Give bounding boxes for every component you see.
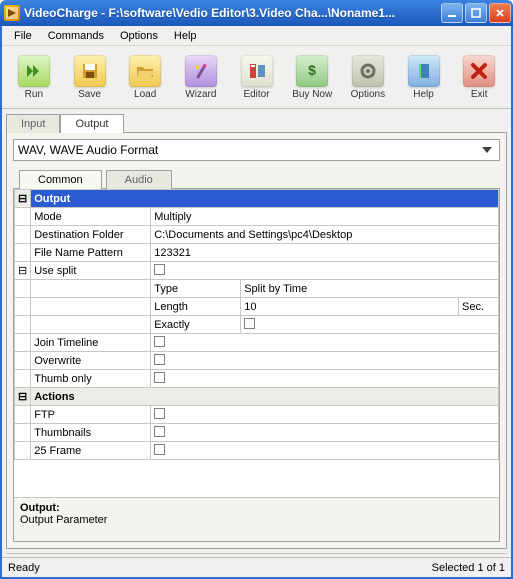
editor-button[interactable]: Editor — [231, 50, 283, 104]
status-bar: Ready Selected 1 of 1 — [2, 557, 511, 577]
prop-split-key[interactable]: Use split — [31, 262, 151, 280]
options-icon — [352, 55, 384, 87]
description-panel: Output: Output Parameter — [14, 497, 499, 541]
expander-icon[interactable]: ⊟ — [15, 190, 31, 208]
help-icon — [408, 55, 440, 87]
checkbox-icon[interactable] — [244, 318, 255, 329]
prop-type-key[interactable]: Type — [151, 280, 241, 298]
svg-text:$: $ — [308, 62, 316, 78]
menu-commands[interactable]: Commands — [40, 28, 112, 44]
menu-bar: File Commands Options Help — [2, 26, 511, 46]
category-output[interactable]: Output — [31, 190, 499, 208]
exit-button[interactable]: Exit — [453, 50, 505, 104]
prop-fname-val[interactable]: 123321 — [151, 244, 499, 262]
wizard-icon — [185, 55, 217, 87]
format-selector[interactable]: WAV, WAVE Audio Format — [13, 139, 500, 161]
format-label: WAV, WAVE Audio Format — [18, 143, 479, 157]
prop-length-key[interactable]: Length — [151, 298, 241, 316]
checkbox-icon[interactable] — [154, 264, 165, 275]
subtab-common[interactable]: Common — [19, 170, 102, 189]
close-button[interactable] — [489, 3, 511, 23]
main-tabs: Input Output — [6, 113, 507, 132]
checkbox-icon[interactable] — [154, 336, 165, 347]
tab-input[interactable]: Input — [6, 114, 60, 133]
description-body: Output Parameter — [20, 514, 493, 526]
prop-mode-key[interactable]: Mode — [31, 208, 151, 226]
expander-icon[interactable]: ⊟ — [15, 388, 31, 406]
title-bar: VideoCharge - F:\software\Vedio Editor\3… — [0, 0, 513, 26]
tab-output[interactable]: Output — [60, 114, 123, 133]
help-button[interactable]: Help — [398, 50, 450, 104]
subtab-audio[interactable]: Audio — [106, 170, 172, 189]
prop-dest-val[interactable]: C:\Documents and Settings\pc4\Desktop — [151, 226, 499, 244]
options-button[interactable]: Options — [342, 50, 394, 104]
prop-mode-val[interactable]: Multiply — [151, 208, 499, 226]
buynow-button[interactable]: $ Buy Now — [286, 50, 338, 104]
prop-split-val[interactable] — [151, 262, 499, 280]
save-button[interactable]: Save — [64, 50, 116, 104]
wizard-button[interactable]: Wizard — [175, 50, 227, 104]
prop-overwrite-val[interactable] — [151, 352, 499, 370]
menu-help[interactable]: Help — [166, 28, 205, 44]
menu-options[interactable]: Options — [112, 28, 166, 44]
run-button[interactable]: Run — [8, 50, 60, 104]
sub-tabs: Common Audio — [19, 169, 500, 188]
checkbox-icon[interactable] — [154, 354, 165, 365]
prop-thumbs-key[interactable]: Thumbnails — [31, 424, 151, 442]
prop-exactly-key[interactable]: Exactly — [151, 316, 241, 334]
checkbox-icon[interactable] — [154, 372, 165, 383]
checkbox-icon[interactable] — [154, 426, 165, 437]
load-button[interactable]: Load — [119, 50, 171, 104]
prop-25frame-val[interactable] — [151, 442, 499, 460]
checkbox-icon[interactable] — [154, 444, 165, 455]
save-icon — [74, 55, 106, 87]
prop-ftp-val[interactable] — [151, 406, 499, 424]
prop-thumb-key[interactable]: Thumb only — [31, 370, 151, 388]
minimize-button[interactable] — [441, 3, 463, 23]
prop-type-val[interactable]: Split by Time — [241, 280, 499, 298]
toolbar: Run Save Load Wizard Editor $ Buy Now Op… — [2, 46, 511, 109]
prop-join-val[interactable] — [151, 334, 499, 352]
prop-thumbs-val[interactable] — [151, 424, 499, 442]
status-right: Selected 1 of 1 — [432, 562, 505, 574]
prop-ftp-key[interactable]: FTP — [31, 406, 151, 424]
category-actions[interactable]: Actions — [31, 388, 499, 406]
run-icon — [18, 55, 50, 87]
expander-icon[interactable]: ⊟ — [15, 262, 31, 280]
load-icon — [129, 55, 161, 87]
prop-thumb-val[interactable] — [151, 370, 499, 388]
exit-icon — [463, 55, 495, 87]
prop-overwrite-key[interactable]: Overwrite — [31, 352, 151, 370]
app-icon — [4, 5, 20, 21]
window-title: VideoCharge - F:\software\Vedio Editor\3… — [24, 6, 441, 20]
editor-icon — [241, 55, 273, 87]
buynow-icon: $ — [296, 55, 328, 87]
prop-join-key[interactable]: Join Timeline — [31, 334, 151, 352]
checkbox-icon[interactable] — [154, 408, 165, 419]
prop-dest-key[interactable]: Destination Folder — [31, 226, 151, 244]
menu-file[interactable]: File — [6, 28, 40, 44]
prop-length-val[interactable]: 10 — [241, 298, 459, 316]
dropdown-icon — [479, 142, 495, 158]
prop-length-unit: Sec. — [459, 298, 499, 316]
status-left: Ready — [8, 562, 432, 574]
prop-exactly-val[interactable] — [241, 316, 499, 334]
property-grid: ⊟Output ModeMultiply Destination FolderC… — [14, 189, 499, 497]
prop-fname-key[interactable]: File Name Pattern — [31, 244, 151, 262]
prop-25frame-key[interactable]: 25 Frame — [31, 442, 151, 460]
maximize-button[interactable] — [465, 3, 487, 23]
description-title: Output: — [20, 502, 493, 514]
